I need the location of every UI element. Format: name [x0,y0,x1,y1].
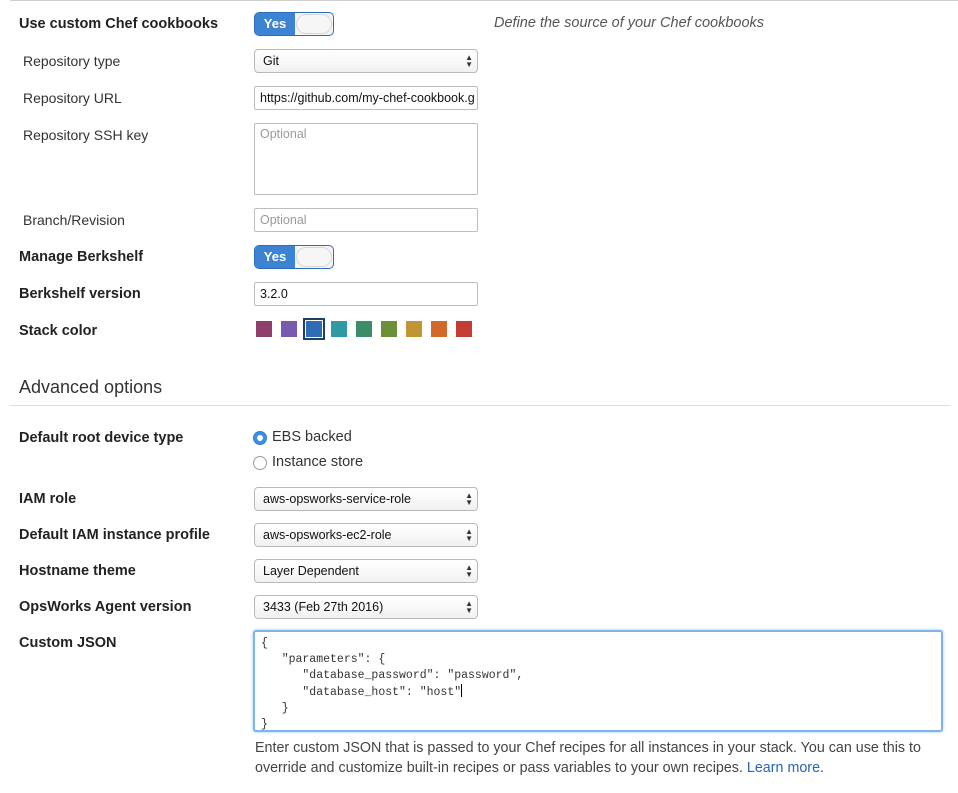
color-swatch[interactable] [281,321,297,337]
toggle-yes-label: Yes [255,246,295,268]
branch-revision-input[interactable]: Optional [254,208,478,232]
json-line: "database_password": "password", [261,669,524,682]
iam-role-label: IAM role [19,491,77,507]
custom-json-textarea[interactable]: { "parameters": { "database_password": "… [253,630,943,732]
json-line: "parameters": { [261,653,386,666]
top-border [10,0,958,1]
hostname-theme-label: Hostname theme [19,563,136,579]
root-device-label: Default root device type [19,430,184,446]
cookbooks-hint: Define the source of your Chef cookbooks [494,15,765,31]
json-line: { [261,637,268,650]
section-divider [10,405,950,406]
agent-version-value: 3433 (Feb 27th 2016) [263,600,384,614]
cookbooks-toggle[interactable]: Yes [254,12,334,36]
iam-role-value: aws-opsworks-service-role [263,492,411,506]
berkshelf-version-label: Berkshelf version [19,286,141,302]
select-arrows-icon: ▲ ▼ [465,563,473,579]
repository-type-value: Git [263,54,279,68]
agent-version-select[interactable]: 3433 (Feb 27th 2016) ▲ ▼ [254,595,478,619]
repository-url-input[interactable]: https://github.com/my-chef-cookbook.g [254,86,478,110]
select-arrows-icon: ▲ ▼ [465,527,473,543]
instance-profile-value: aws-opsworks-ec2-role [263,528,392,542]
repository-url-label: Repository URL [23,90,122,106]
ssh-key-placeholder: Optional [260,127,307,141]
hostname-theme-select[interactable]: Layer Dependent ▲ ▼ [254,559,478,583]
berkshelf-version-input[interactable]: 3.2.0 [254,282,478,306]
repository-ssh-key-label: Repository SSH key [23,127,149,143]
ebs-backed-label[interactable]: EBS backed [272,429,352,445]
color-swatch[interactable] [356,321,372,337]
repository-type-select[interactable]: Git ▲ ▼ [254,49,478,73]
color-swatch[interactable] [456,321,472,337]
color-swatch[interactable] [381,321,397,337]
custom-json-label: Custom JSON [19,635,117,651]
stack-color-swatches [256,318,486,341]
iam-role-select[interactable]: aws-opsworks-service-role ▲ ▼ [254,487,478,511]
custom-json-help: Enter custom JSON that is passed to your… [255,738,950,778]
help-period: . [820,760,825,776]
toggle-yes-label: Yes [255,13,295,35]
advanced-options-title: Advanced options [19,377,163,397]
text-cursor [461,684,463,697]
select-arrows-icon: ▲ ▼ [465,53,473,69]
radio-dot [257,435,263,441]
radio-instance-store[interactable] [253,456,267,470]
instance-store-label[interactable]: Instance store [272,454,363,470]
json-line-with-cursor: "database_host": "host" [261,684,935,701]
color-swatch[interactable] [303,318,325,340]
instance-profile-label: Default IAM instance profile [19,527,210,543]
branch-revision-placeholder: Optional [260,213,307,227]
stack-color-label: Stack color [19,323,98,339]
json-line-text: "database_host": "host" [261,686,462,699]
manage-berkshelf-toggle[interactable]: Yes [254,245,334,269]
json-line: } [261,718,268,731]
json-line: } [261,702,289,715]
cookbooks-label: Use custom Chef cookbooks [19,16,219,32]
repository-ssh-key-textarea[interactable]: Optional [254,123,478,195]
branch-revision-label: Branch/Revision [23,212,125,228]
toggle-knob [296,247,332,267]
color-swatch[interactable] [256,321,272,337]
color-swatch[interactable] [406,321,422,337]
color-swatch[interactable] [331,321,347,337]
select-arrows-icon: ▲ ▼ [465,491,473,507]
repository-type-label: Repository type [23,53,121,69]
color-swatch[interactable] [431,321,447,337]
select-arrows-icon: ▲ ▼ [465,599,473,615]
radio-ebs-backed[interactable] [253,431,267,445]
learn-more-link[interactable]: Learn more [747,760,820,776]
toggle-knob [296,14,332,34]
instance-profile-select[interactable]: aws-opsworks-ec2-role ▲ ▼ [254,523,478,547]
agent-version-label: OpsWorks Agent version [19,599,192,615]
manage-berkshelf-label: Manage Berkshelf [19,249,144,265]
hostname-theme-value: Layer Dependent [263,564,359,578]
